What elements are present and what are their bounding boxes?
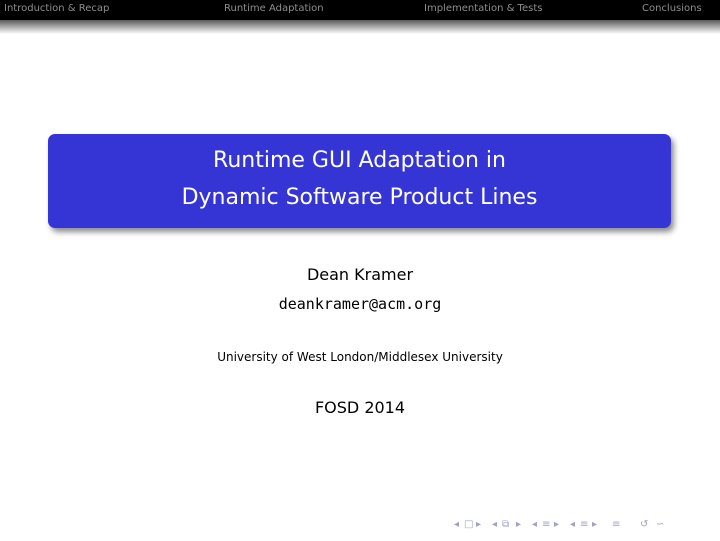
frame-next-icon[interactable]: ▸ (476, 519, 481, 530)
subsection-icon[interactable]: ⧉ (502, 519, 509, 530)
presentation-date: FOSD 2014 (314, 398, 406, 417)
doc-icon[interactable]: ≡ (580, 519, 588, 530)
subsection-next-icon[interactable]: ▸ (516, 519, 521, 530)
navigation-bar-shadow (0, 20, 720, 34)
author-name: Dean Kramer (306, 265, 414, 284)
navigation-bar: Introduction & Recap Runtime Adaptation … (0, 0, 720, 20)
title-box: Runtime GUI Adaptation in Dynamic Softwa… (48, 134, 671, 228)
subsection-prev-icon[interactable]: ◂ (492, 519, 497, 530)
frame-icon[interactable]: □ (464, 519, 473, 530)
back-icon[interactable]: ↺ (640, 519, 648, 530)
author-email: deankramer@acm.org (278, 295, 442, 313)
beamer-navigation-symbols: ◂ □ ▸ ◂ ⧉ ▸ ◂ ≡ ▸ ◂ ≡ ▸ ≡ ↺ ∽ (450, 519, 710, 535)
title-line-2: Dynamic Software Product Lines (181, 185, 538, 210)
nav-section-conclusions[interactable]: Conclusions (642, 3, 702, 14)
section-icon[interactable]: ≡ (542, 519, 550, 530)
doc-prev-icon[interactable]: ◂ (570, 519, 575, 530)
doc-next-icon[interactable]: ▸ (592, 519, 597, 530)
nav-section-implementation[interactable]: Implementation & Tests (424, 3, 542, 14)
appendix-icon[interactable]: ≡ (612, 519, 620, 530)
frame-prev-icon[interactable]: ◂ (454, 519, 459, 530)
nav-section-introduction[interactable]: Introduction & Recap (4, 3, 109, 14)
institute: University of West London/Middlesex Univ… (217, 350, 503, 364)
search-icon[interactable]: ∽ (656, 519, 664, 530)
section-prev-icon[interactable]: ◂ (532, 519, 537, 530)
section-next-icon[interactable]: ▸ (554, 519, 559, 530)
nav-section-runtime-adaptation[interactable]: Runtime Adaptation (224, 3, 324, 14)
title-line-1: Runtime GUI Adaptation in (213, 148, 506, 173)
